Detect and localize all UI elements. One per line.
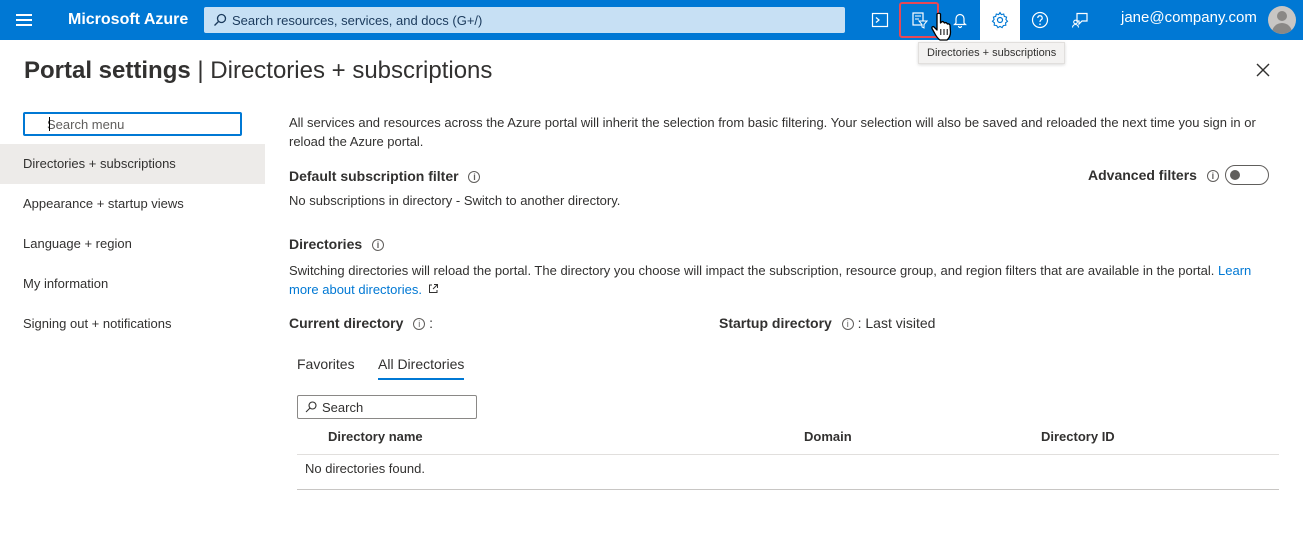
text-caret — [49, 117, 50, 131]
page-title-sub: Directories + subscriptions — [210, 57, 493, 84]
advanced-filters-label: Advanced filters — [1088, 167, 1197, 183]
table-bottom-divider — [297, 489, 1279, 490]
column-header-domain[interactable]: Domain — [804, 429, 852, 444]
global-search-input[interactable] — [232, 7, 832, 33]
user-account[interactable]: jane@company.com — [1121, 9, 1257, 26]
sidebar-item-my-information[interactable]: My information — [0, 264, 265, 304]
info-icon[interactable]: i — [413, 318, 426, 330]
sidebar-item-appearance[interactable]: Appearance + startup views — [0, 184, 265, 224]
default-filter-label: Default subscription filter — [289, 168, 459, 184]
directories-heading: Directories i — [289, 236, 385, 252]
help-button[interactable] — [1020, 0, 1060, 40]
toggle-knob — [1230, 170, 1240, 180]
column-header-directory-name[interactable]: Directory name — [328, 429, 423, 444]
directories-filter-icon — [912, 12, 928, 29]
current-directory-value: : — [429, 315, 434, 331]
default-filter-heading: Default subscription filter i — [289, 168, 481, 184]
advanced-filters-heading: Advanced filters i — [1088, 167, 1219, 183]
tab-favorites[interactable]: Favorites — [297, 356, 355, 380]
sidebar-item-language[interactable]: Language + region — [0, 224, 265, 264]
page-title: Portal settings | Directories + subscrip… — [24, 57, 492, 85]
tooltip: Directories + subscriptions — [918, 42, 1066, 64]
directory-search[interactable] — [297, 395, 477, 419]
startup-directory-value: : Last visited — [857, 315, 936, 331]
cloud-shell-icon — [871, 12, 889, 28]
global-search[interactable] — [204, 7, 845, 33]
directories-description: Switching directories will reload the po… — [289, 261, 1264, 299]
directory-search-input[interactable] — [298, 396, 476, 418]
intro-text: All services and resources across the Az… — [289, 115, 1256, 149]
external-link-icon — [428, 284, 438, 293]
current-directory: Current directory i : — [289, 315, 433, 331]
page-title-main: Portal settings — [24, 57, 191, 84]
tab-all-directories[interactable]: All Directories — [378, 356, 465, 380]
gear-icon — [991, 11, 1009, 29]
feedback-icon — [1071, 12, 1088, 28]
advanced-filters-toggle[interactable] — [1225, 165, 1269, 185]
search-icon — [214, 13, 227, 26]
empty-state-text: No directories found. — [305, 461, 425, 476]
top-bar: Microsoft Azure jane@company.com — [0, 0, 1303, 41]
help-icon — [1031, 11, 1049, 29]
info-icon[interactable]: i — [468, 171, 481, 183]
brand-title[interactable]: Microsoft Azure — [68, 11, 188, 29]
startup-directory-label: Startup directory — [719, 315, 832, 331]
hand-cursor-icon — [931, 12, 952, 41]
cloud-shell-button[interactable] — [860, 0, 900, 40]
sidebar-item-signing-out[interactable]: Signing out + notifications — [0, 304, 265, 344]
close-icon[interactable] — [1254, 61, 1272, 79]
menu-icon[interactable] — [14, 12, 34, 28]
avatar[interactable] — [1268, 6, 1296, 34]
directories-label: Directories — [289, 236, 363, 252]
startup-directory: Startup directory i : Last visited — [719, 315, 935, 331]
menu-search[interactable] — [23, 112, 242, 136]
feedback-button[interactable] — [1060, 0, 1100, 40]
directories-text: Switching directories will reload the po… — [289, 263, 1215, 278]
sidebar-item-directories[interactable]: Directories + subscriptions — [0, 144, 265, 184]
default-filter-text: No subscriptions in directory - Switch t… — [289, 193, 621, 208]
table-header-divider — [297, 454, 1279, 455]
column-header-directory-id[interactable]: Directory ID — [1041, 429, 1115, 444]
settings-button[interactable] — [980, 0, 1020, 40]
info-icon[interactable]: i — [841, 318, 854, 330]
menu-search-input[interactable] — [25, 114, 240, 134]
current-directory-label: Current directory — [289, 315, 404, 331]
page-title-separator: | — [190, 57, 211, 84]
info-icon[interactable]: i — [372, 239, 385, 251]
search-icon — [305, 401, 317, 413]
info-icon[interactable]: i — [1206, 170, 1219, 182]
